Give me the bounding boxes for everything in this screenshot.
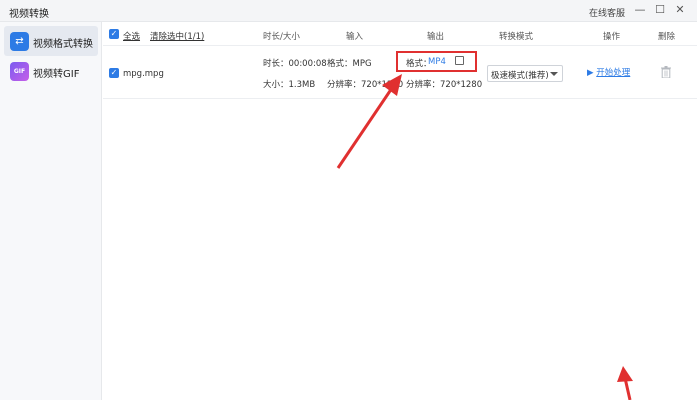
- gif-icon: GIF: [10, 62, 29, 81]
- edit-icon[interactable]: [455, 56, 464, 65]
- annotation-arrow: [336, 87, 394, 169]
- start-processing-link[interactable]: ▶ 开始处理: [587, 66, 630, 78]
- sidebar-item-video-to-gif[interactable]: GIF 视频转GIF: [4, 56, 98, 86]
- input-format: 格式：MPG: [327, 59, 372, 69]
- sidebar-item-label: 视频格式转换: [33, 39, 93, 50]
- output-resolution: 分辨率：720*1280: [406, 80, 483, 90]
- row-checkbox[interactable]: ✓: [109, 68, 119, 78]
- online-service-link[interactable]: 在线客服: [589, 6, 625, 19]
- minimize-icon[interactable]: —: [633, 3, 647, 17]
- table-row: ✓ mpg.mpg 时长：00:00:08 大小：1.3MB 格式：MPG 分辨…: [103, 47, 697, 99]
- chevron-down-icon: [550, 72, 558, 76]
- conversion-mode-select[interactable]: 极速模式(推荐): [487, 65, 563, 82]
- select-all-checkbox[interactable]: ✓: [109, 29, 119, 39]
- file-name: mpg.mpg: [123, 69, 164, 79]
- column-duration-size: 时长/大小: [263, 32, 300, 42]
- annotation-arrow-partial: [623, 377, 632, 400]
- app-title: 视频转换: [9, 9, 49, 20]
- start-processing-label: 开始处理: [596, 68, 631, 78]
- select-all-link[interactable]: 全选: [123, 30, 140, 42]
- column-action: 操作: [603, 32, 621, 42]
- sidebar-item-video-format-convert[interactable]: ⇄ 视频格式转换: [4, 26, 98, 56]
- trash-icon[interactable]: [661, 66, 671, 78]
- play-icon: ▶: [587, 68, 597, 78]
- table-header: ✓ 全选 清除选中(1/1) 时长/大小 输入 输出 转换模式 操作 删除: [103, 22, 697, 46]
- sidebar-item-label: 视频转GIF: [33, 69, 80, 80]
- arrowhead-icon: [617, 366, 633, 382]
- duration-value: 时长：00:00:08: [263, 59, 327, 69]
- title-bar: 视频转换 在线客服 — ☐ ✕: [0, 0, 697, 22]
- maximize-icon[interactable]: ☐: [653, 3, 667, 17]
- sidebar: ⇄ 视频格式转换 GIF 视频转GIF: [0, 22, 102, 400]
- column-input: 输入: [346, 32, 364, 42]
- column-delete: 删除: [658, 32, 676, 42]
- column-output: 输出: [427, 32, 445, 42]
- clear-selected-link[interactable]: 清除选中(1/1): [150, 30, 204, 42]
- input-resolution: 分辨率：720*1280: [327, 80, 404, 90]
- size-value: 大小：1.3MB: [263, 80, 316, 90]
- close-icon[interactable]: ✕: [673, 3, 687, 17]
- convert-arrows-icon: ⇄: [10, 32, 29, 51]
- column-mode: 转换模式: [499, 32, 534, 42]
- output-format-value[interactable]: MP4: [428, 57, 446, 67]
- conversion-mode-value: 极速模式(推荐): [491, 71, 549, 81]
